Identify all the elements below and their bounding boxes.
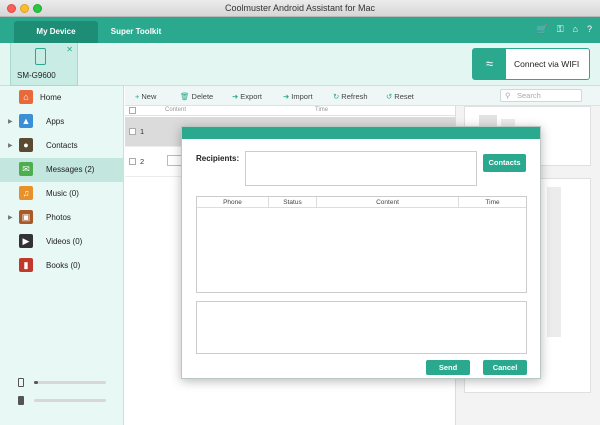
table-header: Phone Status Content Time <box>197 197 526 208</box>
message-textarea[interactable] <box>196 301 527 354</box>
cancel-button[interactable]: Cancel <box>483 360 527 375</box>
help-icon[interactable]: ? <box>587 24 592 35</box>
sidebar-item-label: Home <box>40 93 62 102</box>
expand-arrow-icon[interactable]: ▶ <box>8 214 13 221</box>
photos-icon: ▣ <box>19 210 33 224</box>
new-message-dialog: Recipients: Contacts Phone Status Conten… <box>181 126 541 379</box>
window-title: Coolmuster Android Assistant for Mac <box>224 3 376 13</box>
home-icon: ⌂ <box>19 90 33 104</box>
list-header: Content Time <box>125 106 455 116</box>
sd-storage-bar <box>34 399 106 402</box>
new-button[interactable]: + New <box>135 92 156 101</box>
title-bar: Coolmuster Android Assistant for Mac <box>0 0 600 17</box>
row-checkbox[interactable] <box>129 128 136 135</box>
sidebar-item-contacts[interactable]: ▶ ● Contacts <box>0 134 124 158</box>
column-time: Time <box>485 199 500 206</box>
messages-icon: ✉ <box>19 162 33 176</box>
recipients-label: Recipients: <box>196 154 240 163</box>
refresh-button[interactable]: ↻ Refresh <box>333 92 368 101</box>
expand-arrow-icon[interactable]: ▶ <box>8 142 13 149</box>
key-icon[interactable]: ⚿ <box>557 24 564 35</box>
recipients-input[interactable] <box>245 151 477 186</box>
cart-icon[interactable]: 🛒 <box>536 24 547 35</box>
sidebar-item-label: Books (0) <box>46 261 81 270</box>
contacts-button[interactable]: Contacts <box>483 154 526 172</box>
reset-icon: ↺ <box>386 92 393 101</box>
phone-storage-fill <box>34 381 38 384</box>
sidebar-item-label: Music (0) <box>46 189 79 198</box>
reset-button[interactable]: ↺ Reset <box>386 92 414 101</box>
import-button[interactable]: ➜ Import <box>283 92 313 101</box>
sidebar: ⌂ Home ▶ ▲ Apps ▶ ● Contacts ✉ Messages … <box>0 86 124 425</box>
row-checkbox[interactable] <box>129 158 136 165</box>
sidebar-item-messages[interactable]: ✉ Messages (2) <box>0 158 124 182</box>
expand-arrow-icon[interactable]: ▶ <box>8 118 13 125</box>
import-icon: ➜ <box>283 92 290 101</box>
books-icon: ▮ <box>19 258 33 272</box>
phone-storage-bar <box>34 381 106 384</box>
plus-icon: + <box>135 92 140 101</box>
row-number: 2 <box>140 157 145 166</box>
row-number: 1 <box>140 127 145 136</box>
sidebar-item-label: Photos <box>46 213 71 222</box>
sidebar-item-label: Videos (0) <box>46 237 83 246</box>
top-icons: 🛒 ⚿ ⌂ ? <box>536 24 592 35</box>
apps-icon: ▲ <box>19 114 33 128</box>
videos-icon: ▶ <box>19 234 33 248</box>
column-status: Status <box>269 197 317 208</box>
column-content: Content <box>317 197 459 208</box>
dialog-header <box>182 127 540 139</box>
column-time: Time <box>315 107 329 113</box>
phone-storage <box>18 378 108 387</box>
contacts-icon: ● <box>19 138 33 152</box>
sidebar-item-photos[interactable]: ▶ ▣ Photos <box>0 206 124 230</box>
close-icon[interactable]: ✕ <box>66 45 73 54</box>
sidebar-item-home[interactable]: ⌂ Home <box>0 86 124 110</box>
device-card[interactable]: ✕ SM-G9600 <box>10 43 78 86</box>
sidebar-item-label: Contacts <box>46 141 78 150</box>
phone-icon <box>35 48 46 65</box>
wifi-icon: ≈ <box>473 49 506 79</box>
trash-icon: 🗑 <box>180 92 190 101</box>
column-phone: Phone <box>197 197 269 208</box>
tab-super-toolkit[interactable]: Super Toolkit <box>106 21 166 43</box>
top-nav: My Device Super Toolkit 🛒 ⚿ ⌂ ? <box>0 17 600 43</box>
music-icon: ♫ <box>19 186 33 200</box>
sidebar-item-apps[interactable]: ▶ ▲ Apps <box>0 110 124 134</box>
column-content: Content <box>165 107 187 113</box>
select-all-checkbox[interactable] <box>129 107 136 114</box>
device-name: SM-G9600 <box>17 71 56 80</box>
tab-my-device[interactable]: My Device <box>14 21 98 43</box>
search-input[interactable]: ⚲ Search <box>500 89 582 102</box>
sd-card-icon <box>18 396 24 405</box>
sidebar-item-label: Messages (2) <box>46 165 95 174</box>
sidebar-item-books[interactable]: ▮ Books (0) <box>0 254 124 278</box>
sidebar-item-music[interactable]: ♫ Music (0) <box>0 182 124 206</box>
refresh-icon: ↻ <box>333 92 340 101</box>
export-button[interactable]: ➜ Export <box>232 92 262 101</box>
search-icon: ⚲ <box>505 91 511 100</box>
toolbar: + New 🗑 Delete ➜ Export ➜ Import ↻ Refresh ↺ R… <box>125 86 600 106</box>
sd-storage <box>18 396 108 405</box>
delete-button[interactable]: 🗑 Delete <box>180 92 213 101</box>
sidebar-item-label: Apps <box>46 117 65 126</box>
search-placeholder: Search <box>517 91 541 100</box>
connect-wifi-label: Connect via WIFI <box>514 59 580 69</box>
send-button[interactable]: Send <box>426 360 470 375</box>
home-icon[interactable]: ⌂ <box>573 24 578 35</box>
device-bar: ✕ SM-G9600 ≈ Connect via WIFI <box>0 43 600 86</box>
phone-storage-icon <box>18 378 24 387</box>
sidebar-item-videos[interactable]: ▶ Videos (0) <box>0 230 124 254</box>
connect-wifi-button[interactable]: ≈ Connect via WIFI <box>472 48 590 80</box>
export-icon: ➜ <box>232 92 239 101</box>
recipients-table: Phone Status Content Time <box>196 196 527 293</box>
